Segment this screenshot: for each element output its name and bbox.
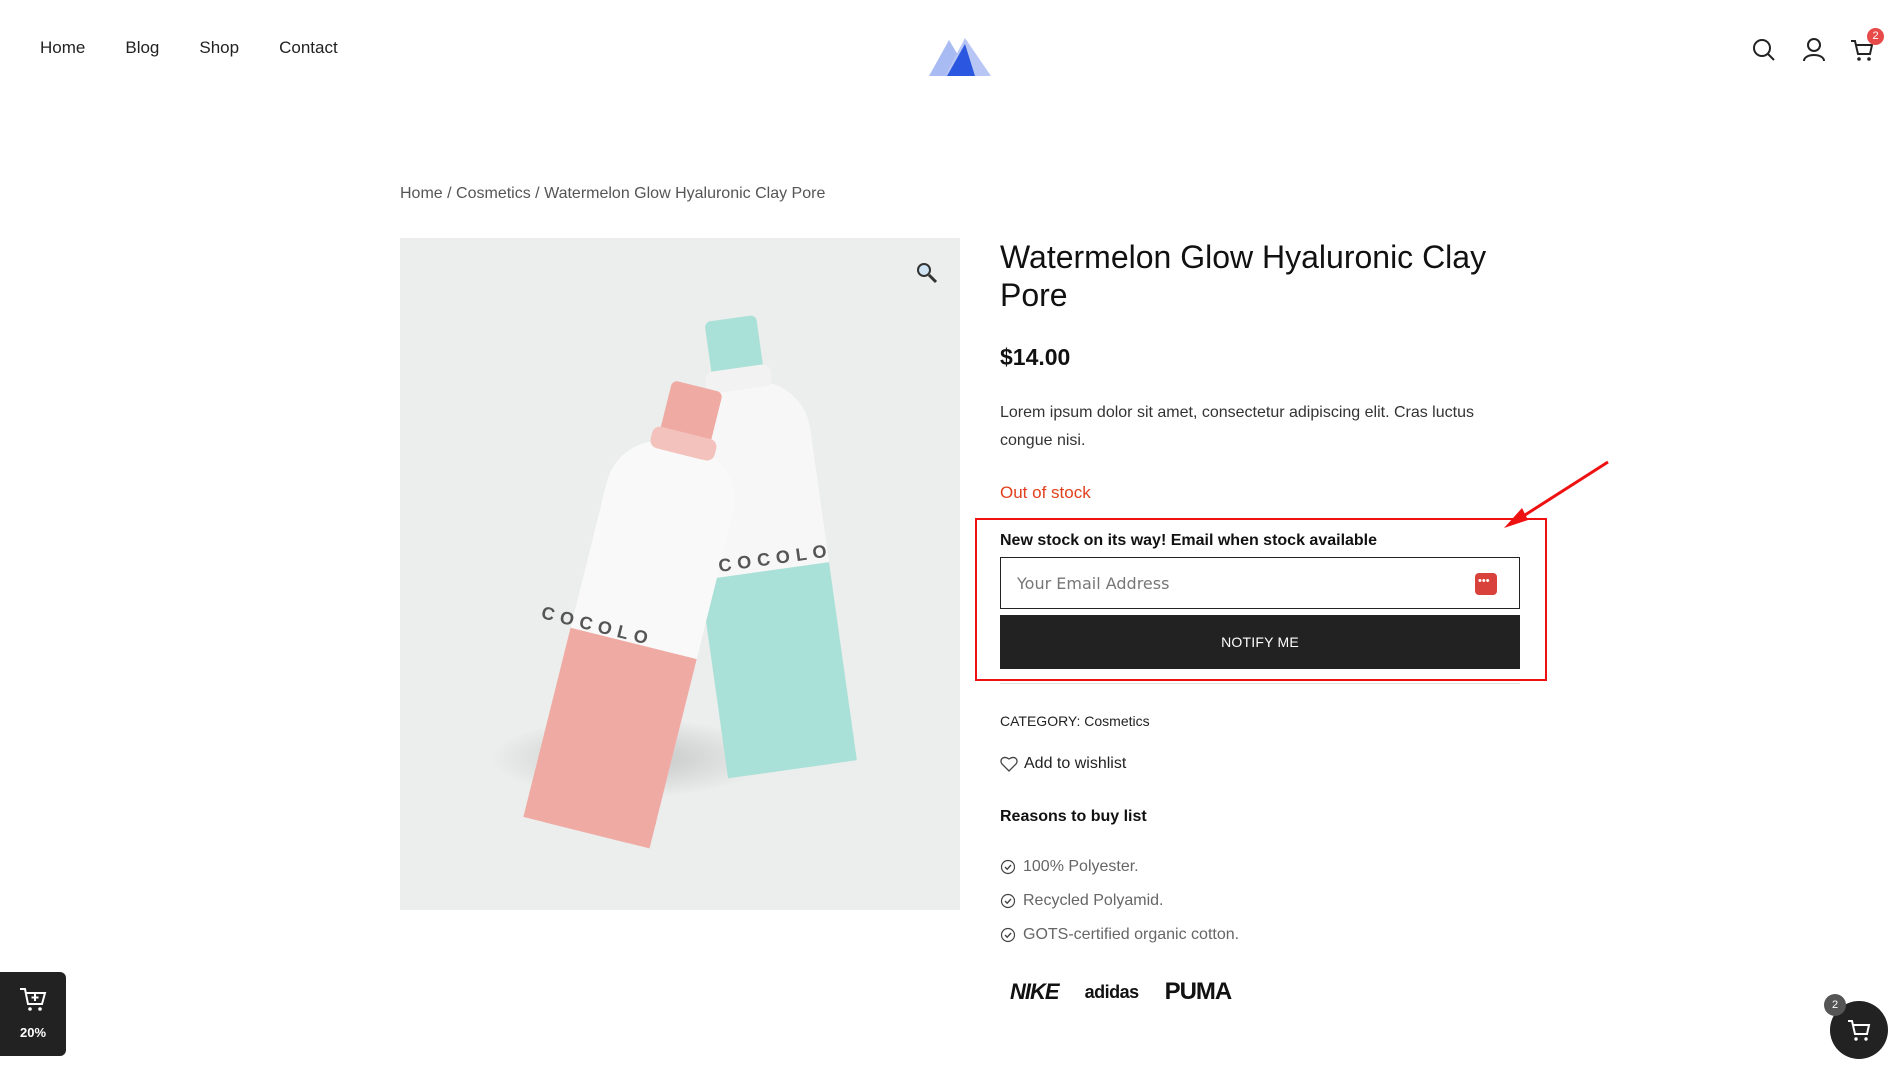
breadcrumb-home-link[interactable]: Home [400,185,443,202]
stock-status: Out of stock [1000,483,1091,502]
reason-text: 100% Polyester. [1023,858,1139,875]
add-to-wishlist-button[interactable]: Add to wishlist [1000,755,1126,773]
site-header: Home Blog Shop Contact 2 [0,0,1903,100]
breadcrumb-separator: / [442,185,457,202]
password-manager-icon[interactable] [1475,573,1497,595]
category-link[interactable]: Cosmetics [1084,713,1149,729]
notify-title: New stock on its way! Email when stock a… [1000,532,1378,549]
discount-percent: 20% [19,1025,47,1040]
product-description: Lorem ipsum dolor sit amet, consectetur … [1000,404,1474,449]
product-summary: Watermelon Glow Hyaluronic Clay Pore $14… [1000,238,1520,503]
check-circle-icon [1000,893,1016,909]
breadcrumb-separator: / [530,185,545,202]
product-title: Watermelon Glow Hyaluronic Clay Pore [1000,239,1487,313]
product-price: $14.00 [1000,344,1071,370]
puma-logo: PUMA [1164,978,1233,1005]
divider [1000,683,1520,684]
floating-cart-count: 2 [1824,994,1846,1016]
nav-contact-link[interactable]: Contact [279,38,338,58]
reason-text: Recycled Polyamid. [1023,892,1164,909]
breadcrumb-category-link[interactable]: Cosmetics [456,185,531,202]
annotation-arrow-icon [1504,460,1609,528]
cart-count-badge: 2 [1867,28,1884,45]
brand-logos: NIKE adidas PUMA [1010,978,1233,1006]
list-item: Recycled Polyamid. [1000,884,1239,918]
list-item: GOTS-certified organic cotton. [1000,918,1239,952]
list-item: 100% Polyester. [1000,850,1239,884]
search-icon[interactable] [1750,36,1778,64]
email-field[interactable] [1000,557,1520,609]
reason-text: GOTS-certified organic cotton. [1023,926,1240,943]
main-nav: Home Blog Shop Contact [40,38,378,58]
email-input[interactable] [1001,558,1519,608]
user-icon[interactable] [1800,36,1828,64]
nav-blog-link[interactable]: Blog [125,38,159,58]
adidas-logo: adidas [1084,981,1140,1002]
nav-shop-link[interactable]: Shop [199,38,239,58]
wishlist-label: Add to wishlist [1024,755,1127,772]
discount-widget[interactable]: 20% [0,972,66,1056]
check-circle-icon [1000,859,1016,875]
site-logo[interactable] [925,26,993,80]
zoom-icon[interactable] [916,262,938,284]
category-label: CATEGORY: [1000,713,1081,729]
breadcrumb: Home / Cosmetics / Watermelon Glow Hyalu… [400,185,825,203]
reasons-title: Reasons to buy list [1000,808,1147,825]
product-category: CATEGORY: Cosmetics [1000,713,1150,729]
reasons-list: 100% Polyester. Recycled Polyamid. GOTS-… [1000,850,1239,952]
nike-logo: NIKE [1010,979,1060,1004]
nav-home-link[interactable]: Home [40,38,85,58]
cart-icon [1848,1020,1871,1041]
cart-plus-icon [20,988,47,1011]
cart-icon[interactable]: 2 [1848,28,1884,64]
check-circle-icon [1000,927,1016,943]
breadcrumb-current: Watermelon Glow Hyaluronic Clay Pore [544,185,826,202]
notify-me-button[interactable]: NOTIFY ME [1000,615,1520,669]
heart-icon [1000,756,1018,772]
product-image[interactable]: COCOLO COCOLO [400,238,960,910]
